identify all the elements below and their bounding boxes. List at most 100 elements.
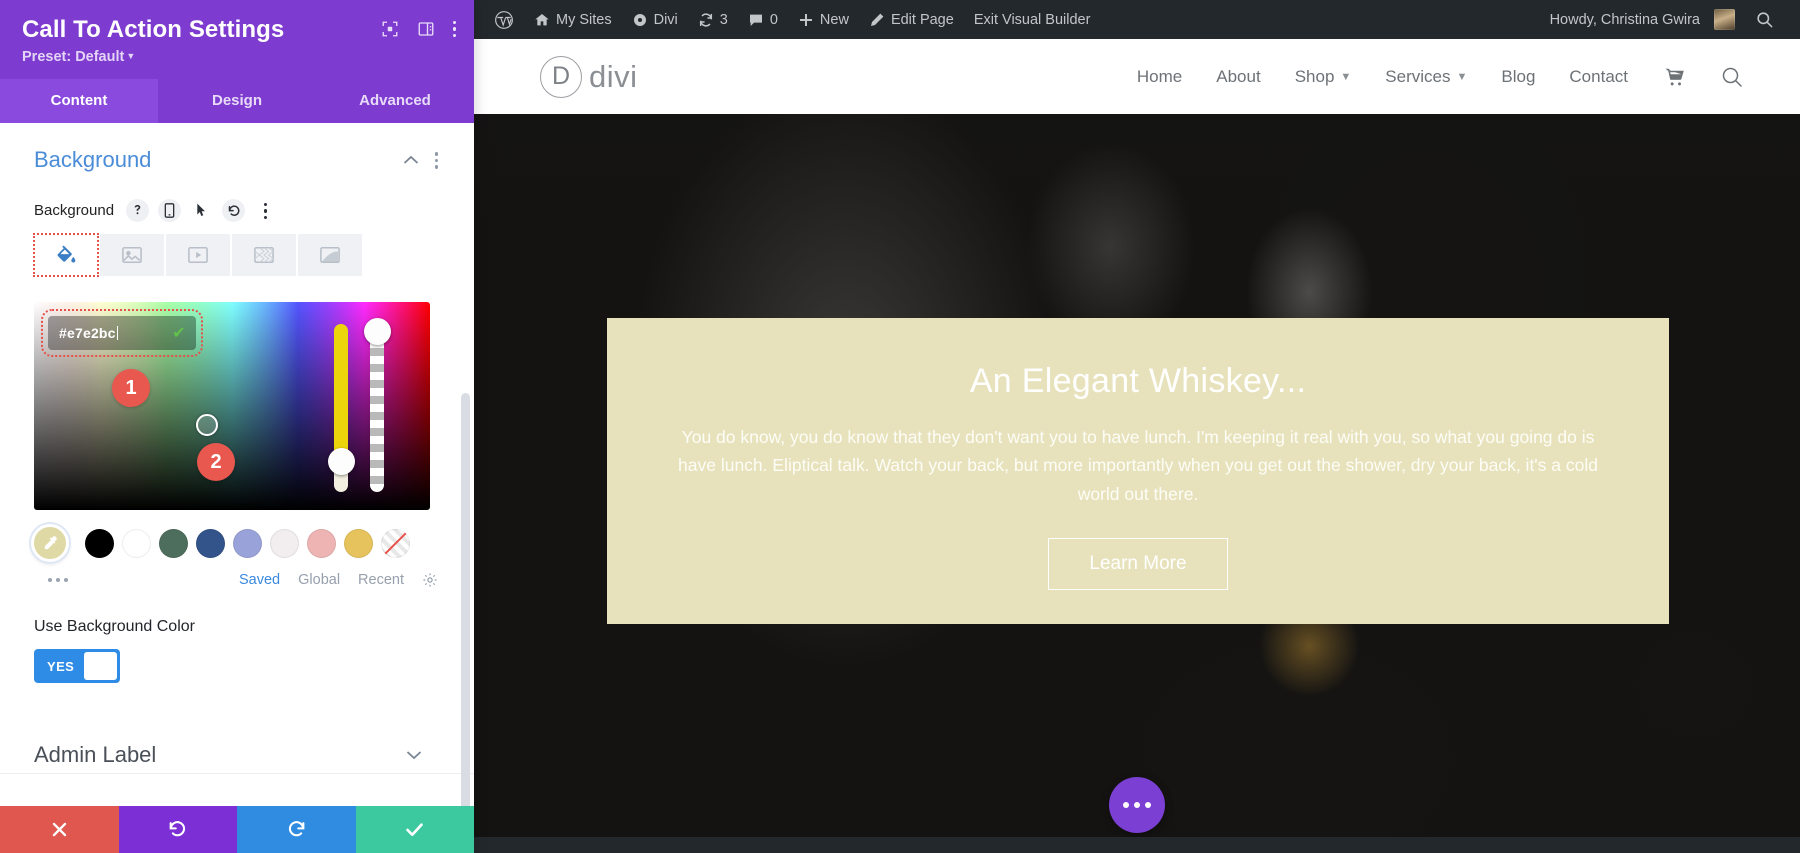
swatch-off-white[interactable] [270, 529, 299, 558]
search-icon [1755, 10, 1774, 29]
nav-label: Contact [1569, 67, 1628, 87]
use-background-color-toggle[interactable]: YES [34, 649, 120, 683]
primary-navigation: Home About Shop ▼ Services ▼ Blog Contac [1137, 65, 1744, 89]
color-saturation-area[interactable]: #e7e2bc ✔ [34, 302, 430, 510]
background-type-tabs [34, 234, 438, 276]
nav-item-about[interactable]: About [1216, 67, 1260, 87]
background-type-mask[interactable] [298, 234, 362, 276]
kebab-menu-icon[interactable] [453, 21, 457, 38]
cta-learn-more-button[interactable]: Learn More [1048, 538, 1227, 590]
site-search-button[interactable] [1720, 65, 1744, 89]
hover-icon[interactable] [190, 199, 213, 222]
background-type-pattern[interactable] [232, 234, 296, 276]
nav-item-services[interactable]: Services ▼ [1385, 67, 1467, 87]
builder-floating-menu-button[interactable] [1109, 777, 1165, 833]
settings-tabs: Content Design Advanced [0, 79, 474, 123]
chevron-down-icon: ▼ [126, 51, 135, 61]
ellipsis-icon[interactable] [48, 578, 68, 582]
hue-slider[interactable] [334, 324, 348, 492]
background-section-header[interactable]: Background [34, 147, 438, 173]
alpha-slider[interactable] [370, 324, 384, 492]
admin-bar-item-exit-visual-builder[interactable]: Exit Visual Builder [964, 12, 1101, 28]
admin-label-title: Admin Label [34, 742, 406, 768]
panel-scrollbar[interactable] [461, 393, 470, 806]
toggle-value: YES [37, 659, 84, 674]
hex-input-wrapper[interactable]: #e7e2bc ✔ [48, 316, 196, 350]
settings-panel-header: Call To Action Settings Preset: Default▼ [0, 0, 474, 79]
swatch-periwinkle[interactable] [233, 529, 262, 558]
tab-content[interactable]: Content [0, 79, 158, 123]
nav-item-shop[interactable]: Shop ▼ [1295, 67, 1352, 87]
admin-bar-item-edit-page[interactable]: Edit Page [859, 12, 964, 28]
preset-selector[interactable]: Preset: Default▼ [22, 49, 454, 65]
swatch-navy[interactable] [196, 529, 225, 558]
cta-module[interactable]: An Elegant Whiskey... You do know, you d… [607, 318, 1669, 624]
save-button[interactable] [356, 806, 475, 853]
background-type-image[interactable] [100, 234, 164, 276]
cart-icon [1662, 66, 1686, 88]
use-background-color-label: Use Background Color [34, 618, 438, 636]
divi-logo-icon: D [540, 56, 582, 98]
palette-tab-saved[interactable]: Saved [239, 572, 280, 588]
admin-bar-item-updates[interactable]: 3 [688, 12, 738, 28]
nav-item-contact[interactable]: Contact [1569, 67, 1628, 87]
background-type-color[interactable] [34, 234, 98, 276]
redo-button[interactable] [237, 806, 356, 853]
reset-icon[interactable] [222, 199, 245, 222]
mask-icon [319, 245, 341, 265]
swatch-black[interactable] [85, 529, 114, 558]
admin-bar-item-comments[interactable]: 0 [738, 12, 788, 28]
section-divider [0, 773, 474, 774]
admin-bar-search-button[interactable] [1745, 10, 1784, 29]
site-logo[interactable]: D divi [540, 56, 638, 98]
hex-confirm-button[interactable]: ✔ [162, 323, 196, 343]
swatch-green[interactable] [159, 529, 188, 558]
admin-bar-item-divi[interactable]: Divi [622, 12, 688, 28]
kebab-menu-icon[interactable] [254, 199, 277, 222]
alpha-slider-handle[interactable] [364, 318, 391, 345]
hex-input[interactable]: #e7e2bc [48, 325, 162, 341]
admin-bar-label: My Sites [556, 12, 612, 28]
palette-tab-recent[interactable]: Recent [358, 572, 404, 588]
chevron-up-icon[interactable] [403, 152, 419, 169]
admin-bar-label: Edit Page [891, 12, 954, 28]
chevron-down-icon[interactable] [406, 747, 422, 764]
undo-button[interactable] [119, 806, 238, 853]
swatch-transparent[interactable] [381, 529, 410, 558]
color-swatch-row [34, 524, 438, 562]
admin-label-section-header[interactable]: Admin Label [34, 742, 438, 768]
nav-label: Shop [1295, 67, 1335, 87]
palette-tab-global[interactable]: Global [298, 572, 340, 588]
palette-meta-row: Saved Global Recent [34, 572, 438, 588]
page-canvas: An Elegant Whiskey... You do know, you d… [474, 114, 1800, 853]
swatch-gold[interactable] [344, 529, 373, 558]
tab-advanced[interactable]: Advanced [316, 79, 474, 123]
cancel-button[interactable] [0, 806, 119, 853]
expand-icon[interactable] [381, 20, 399, 38]
wordpress-logo-button[interactable] [484, 10, 524, 30]
tab-design[interactable]: Design [158, 79, 316, 123]
kebab-menu-icon[interactable] [435, 152, 439, 169]
saturation-handle[interactable] [196, 414, 218, 436]
panel-layout-icon[interactable] [417, 20, 435, 38]
wordpress-admin-bar: My Sites Divi 3 0 New Edit Page [474, 0, 1800, 39]
avatar [1714, 9, 1735, 30]
admin-bar-account-menu[interactable]: Howdy, Christina Gwira [1540, 9, 1745, 30]
swatch-white[interactable] [122, 529, 151, 558]
eyedropper-icon [42, 535, 59, 552]
sites-icon [534, 12, 550, 28]
help-icon[interactable] [126, 199, 149, 222]
swatch-pink[interactable] [307, 529, 336, 558]
swatch-eyedropper[interactable] [31, 524, 69, 562]
admin-bar-label: Exit Visual Builder [974, 12, 1091, 28]
nav-item-home[interactable]: Home [1137, 67, 1182, 87]
nav-item-blog[interactable]: Blog [1501, 67, 1535, 87]
admin-bar-item-my-sites[interactable]: My Sites [524, 12, 622, 28]
admin-bar-item-new[interactable]: New [788, 12, 859, 28]
responsive-icon[interactable] [158, 199, 181, 222]
hue-slider-handle[interactable] [328, 448, 355, 475]
gear-icon[interactable] [422, 572, 438, 588]
updates-icon [698, 12, 714, 28]
cart-button[interactable] [1662, 66, 1686, 88]
background-type-video[interactable] [166, 234, 230, 276]
